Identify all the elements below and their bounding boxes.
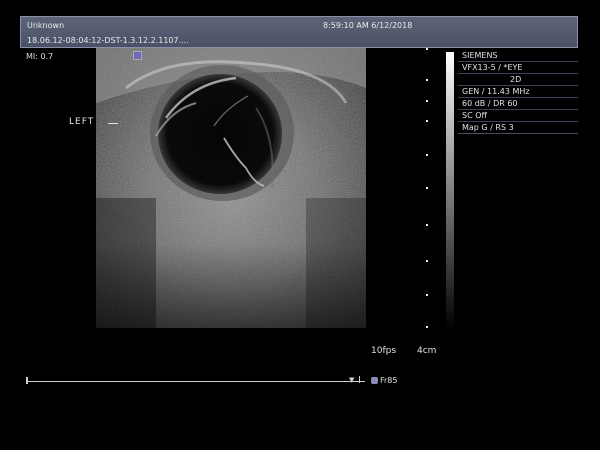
depth-dot [426, 48, 428, 50]
depth-readout: 4cm [417, 346, 437, 356]
info-frequency: GEN / 11.43 MHz [458, 86, 578, 98]
info-scan-compound: SC Off [458, 110, 578, 122]
mechanical-index: MI: 0.7 [26, 52, 54, 61]
acquisition-datetime: 8:59:10 AM 6/12/2018 [323, 21, 413, 30]
side-label-pointer [108, 123, 118, 124]
frame-counter-icon [371, 377, 378, 384]
depth-dot [426, 120, 428, 122]
cine-end-marker [359, 376, 360, 383]
ultrasound-image[interactable] [96, 48, 366, 328]
cine-end-arrow-icon: ▼ [349, 376, 355, 384]
header-bar: Unknown 18.06.12-08:04:12-DST-1.3.12.2.1… [20, 16, 578, 48]
probe-orientation-marker-icon [133, 51, 142, 60]
study-id: 18.06.12-08:04:12-DST-1.3.12.2.1107.... [27, 36, 189, 45]
depth-dot [426, 260, 428, 262]
info-panel: SIEMENS VFX13-5 / *EYE 2D GEN / 11.43 MH… [458, 50, 578, 134]
patient-name: Unknown [27, 21, 65, 30]
info-manufacturer: SIEMENS [458, 50, 578, 62]
cine-timeline[interactable] [28, 381, 365, 382]
info-map: Map G / RS 3 [458, 122, 578, 134]
info-transducer: VFX13-5 / *EYE [458, 62, 578, 74]
depth-dot [426, 100, 428, 102]
depth-dot [426, 154, 428, 156]
frame-counter: Fr85 [380, 376, 398, 385]
grayscale-bar [446, 52, 454, 330]
info-gain: 60 dB / DR 60 [458, 98, 578, 110]
depth-dot [426, 187, 428, 189]
info-mode: 2D [458, 74, 578, 86]
depth-dot [426, 326, 428, 328]
depth-dot [426, 224, 428, 226]
frame-rate: 10fps [371, 346, 397, 356]
side-label: LEFT [69, 117, 95, 127]
depth-dot [426, 294, 428, 296]
ultrasound-scan-svg [96, 48, 366, 328]
depth-dot [426, 79, 428, 81]
depth-scale [416, 48, 436, 333]
